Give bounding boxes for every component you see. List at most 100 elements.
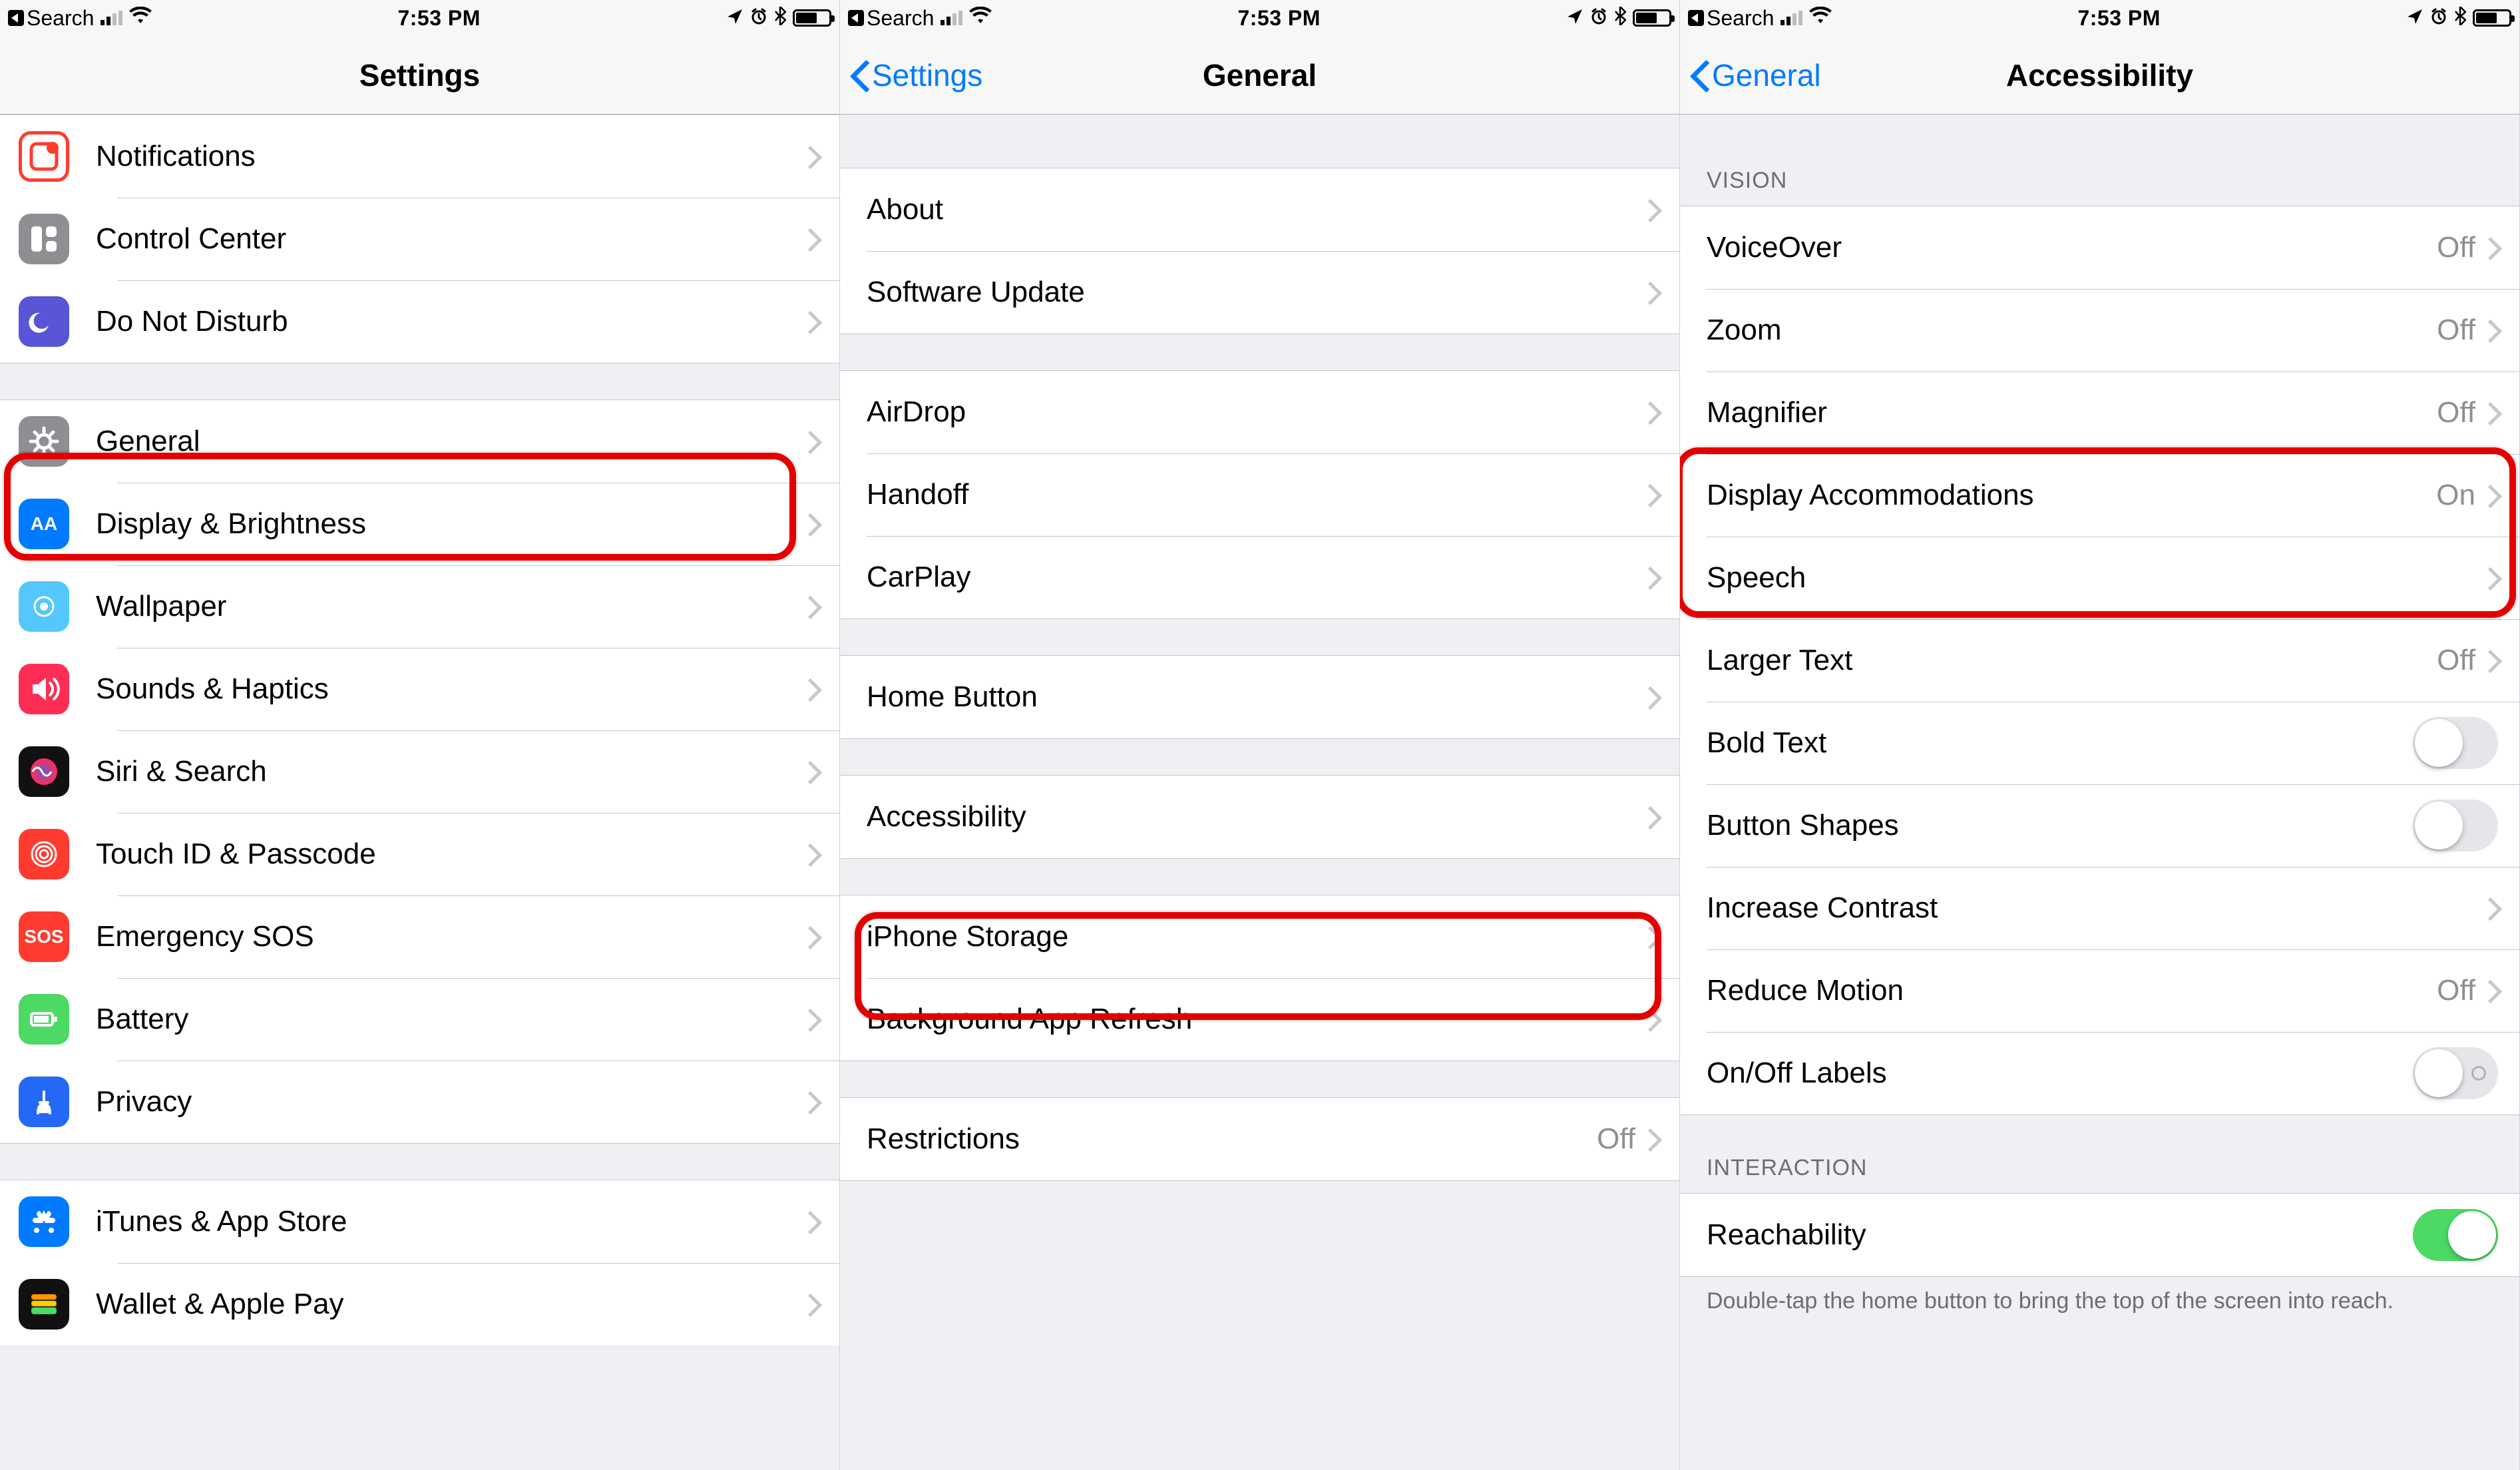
back-app-label: Search	[27, 6, 94, 31]
row-magnifier[interactable]: Magnifier Off	[1680, 371, 2519, 454]
battery-icon	[793, 9, 831, 27]
row-about[interactable]: About	[840, 168, 1679, 251]
settings-row-battery[interactable]: Battery	[0, 978, 839, 1061]
appstore-icon	[19, 1196, 69, 1247]
cell-label: iPhone Storage	[867, 920, 1646, 953]
toggle-button-shapes[interactable]	[2413, 800, 2498, 852]
general-group-2: Home Button	[840, 655, 1679, 739]
settings-row-privacy[interactable]: Privacy	[0, 1061, 839, 1143]
row-increase-contrast[interactable]: Increase Contrast	[1680, 867, 2519, 949]
chevron-right-icon	[1646, 927, 1658, 947]
alarm-icon	[1590, 6, 1607, 31]
interaction-group: Reachability	[1680, 1193, 2519, 1277]
cell-label: Wallet & Apple Pay	[96, 1288, 806, 1321]
toggle-on-off-labels[interactable]	[2413, 1047, 2498, 1099]
cell-label: Background App Refresh	[867, 1003, 1646, 1036]
general-group-5: Restrictions Off	[840, 1097, 1679, 1181]
settings-row-appstore[interactable]: iTunes & App Store	[0, 1180, 839, 1263]
screen-settings: Search 7:53 PM Settings Notifications	[0, 0, 840, 1470]
cell-label: Do Not Disturb	[96, 305, 806, 338]
screen-accessibility: Search 7:53 PM General Accessibility VIS…	[1680, 0, 2520, 1470]
row-bold-text[interactable]: Bold Text	[1680, 702, 2519, 784]
general-group-3: Accessibility	[840, 775, 1679, 859]
row-button-shapes[interactable]: Button Shapes	[1680, 784, 2519, 867]
cell-label: Home Button	[867, 680, 1646, 714]
row-carplay[interactable]: CarPlay	[840, 536, 1679, 618]
row-on-off-labels[interactable]: On/Off Labels	[1680, 1032, 2519, 1114]
cell-label: Control Center	[96, 222, 806, 256]
row-larger-text[interactable]: Larger Text Off	[1680, 619, 2519, 702]
chevron-right-icon	[1646, 200, 1658, 220]
settings-row-display[interactable]: AA Display & Brightness	[0, 483, 839, 565]
chevron-right-icon	[806, 679, 818, 699]
chevron-right-icon	[2486, 320, 2498, 340]
cell-label: Emergency SOS	[96, 920, 806, 953]
chevron-right-icon	[806, 514, 818, 534]
cell-label: VoiceOver	[1707, 231, 2437, 264]
settings-row-wallpaper[interactable]: Wallpaper	[0, 565, 839, 648]
row-display-accommodations[interactable]: Display Accommodations On	[1680, 454, 2519, 537]
cell-label: On/Off Labels	[1707, 1057, 2413, 1090]
reachability-note: Double-tap the home button to bring the …	[1680, 1277, 2519, 1326]
row-iphone-storage[interactable]: iPhone Storage	[840, 895, 1679, 978]
row-accessibility[interactable]: Accessibility	[840, 776, 1679, 858]
settings-row-sounds[interactable]: Sounds & Haptics	[0, 648, 839, 730]
toggle-reachability[interactable]	[2413, 1209, 2498, 1261]
row-handoff[interactable]: Handoff	[840, 453, 1679, 536]
cell-label: CarPlay	[867, 561, 1646, 594]
status-bar: Search 7:53 PM	[840, 0, 1679, 36]
nav-back[interactable]: General	[1689, 36, 1821, 114]
back-to-search[interactable]: Search	[848, 6, 934, 31]
cell-label: Accessibility	[867, 800, 1646, 834]
nav-header: General Accessibility	[1680, 36, 2519, 115]
row-reduce-motion[interactable]: Reduce Motion Off	[1680, 949, 2519, 1032]
row-home-button[interactable]: Home Button	[840, 656, 1679, 738]
settings-row-general[interactable]: General	[0, 400, 839, 483]
cell-value: Off	[2437, 974, 2475, 1007]
cell-label: Increase Contrast	[1707, 891, 2486, 925]
settings-row-dnd[interactable]: Do Not Disturb	[0, 280, 839, 363]
back-app-label: Search	[867, 6, 934, 31]
cell-label: iTunes & App Store	[96, 1205, 806, 1238]
row-zoom[interactable]: Zoom Off	[1680, 289, 2519, 371]
status-time: 7:53 PM	[1237, 6, 1320, 31]
cell-label: Sounds & Haptics	[96, 672, 806, 706]
chevron-right-icon	[806, 762, 818, 782]
cell-label: Display Accommodations	[1707, 479, 2436, 512]
cell-label: Magnifier	[1707, 396, 2437, 429]
toggle-bold-text[interactable]	[2413, 717, 2498, 769]
bluetooth-icon	[2454, 6, 2466, 31]
row-speech[interactable]: Speech	[1680, 537, 2519, 619]
back-to-search[interactable]: Search	[8, 6, 94, 31]
settings-row-touchid[interactable]: Touch ID & Passcode	[0, 813, 839, 895]
cell-label: Notifications	[96, 140, 806, 173]
row-background-app-refresh[interactable]: Background App Refresh	[840, 978, 1679, 1061]
row-voiceover[interactable]: VoiceOver Off	[1680, 206, 2519, 289]
settings-row-siri[interactable]: Siri & Search	[0, 730, 839, 813]
settings-row-notifications[interactable]: Notifications	[0, 115, 839, 198]
bluetooth-icon	[774, 6, 786, 31]
chevron-right-icon	[2486, 981, 2498, 1001]
chevron-right-icon	[2486, 238, 2498, 258]
settings-row-sos[interactable]: SOS Emergency SOS	[0, 895, 839, 978]
settings-row-control-center[interactable]: Control Center	[0, 198, 839, 280]
nav-header: Settings	[0, 36, 839, 115]
cell-value: Off	[1597, 1122, 1635, 1156]
row-restrictions[interactable]: Restrictions Off	[840, 1098, 1679, 1180]
back-to-search[interactable]: Search	[1688, 6, 1774, 31]
back-glyph-icon	[1688, 10, 1704, 26]
vision-group: VoiceOver Off Zoom Off Magnifier Off Dis…	[1680, 206, 2519, 1115]
chevron-right-icon	[2486, 403, 2498, 423]
page-title: General	[1203, 57, 1317, 93]
chevron-right-icon	[1646, 807, 1658, 827]
general-group-0: About Software Update	[840, 168, 1679, 334]
chevron-right-icon	[1646, 402, 1658, 422]
row-airdrop[interactable]: AirDrop	[840, 371, 1679, 453]
chevron-right-icon	[806, 146, 818, 166]
settings-row-wallet[interactable]: Wallet & Apple Pay	[0, 1263, 839, 1346]
chevron-right-icon	[806, 844, 818, 864]
nav-back[interactable]: Settings	[849, 36, 982, 114]
row-software-update[interactable]: Software Update	[840, 251, 1679, 334]
chevron-right-icon	[2486, 650, 2498, 670]
row-reachability[interactable]: Reachability	[1680, 1194, 2519, 1276]
